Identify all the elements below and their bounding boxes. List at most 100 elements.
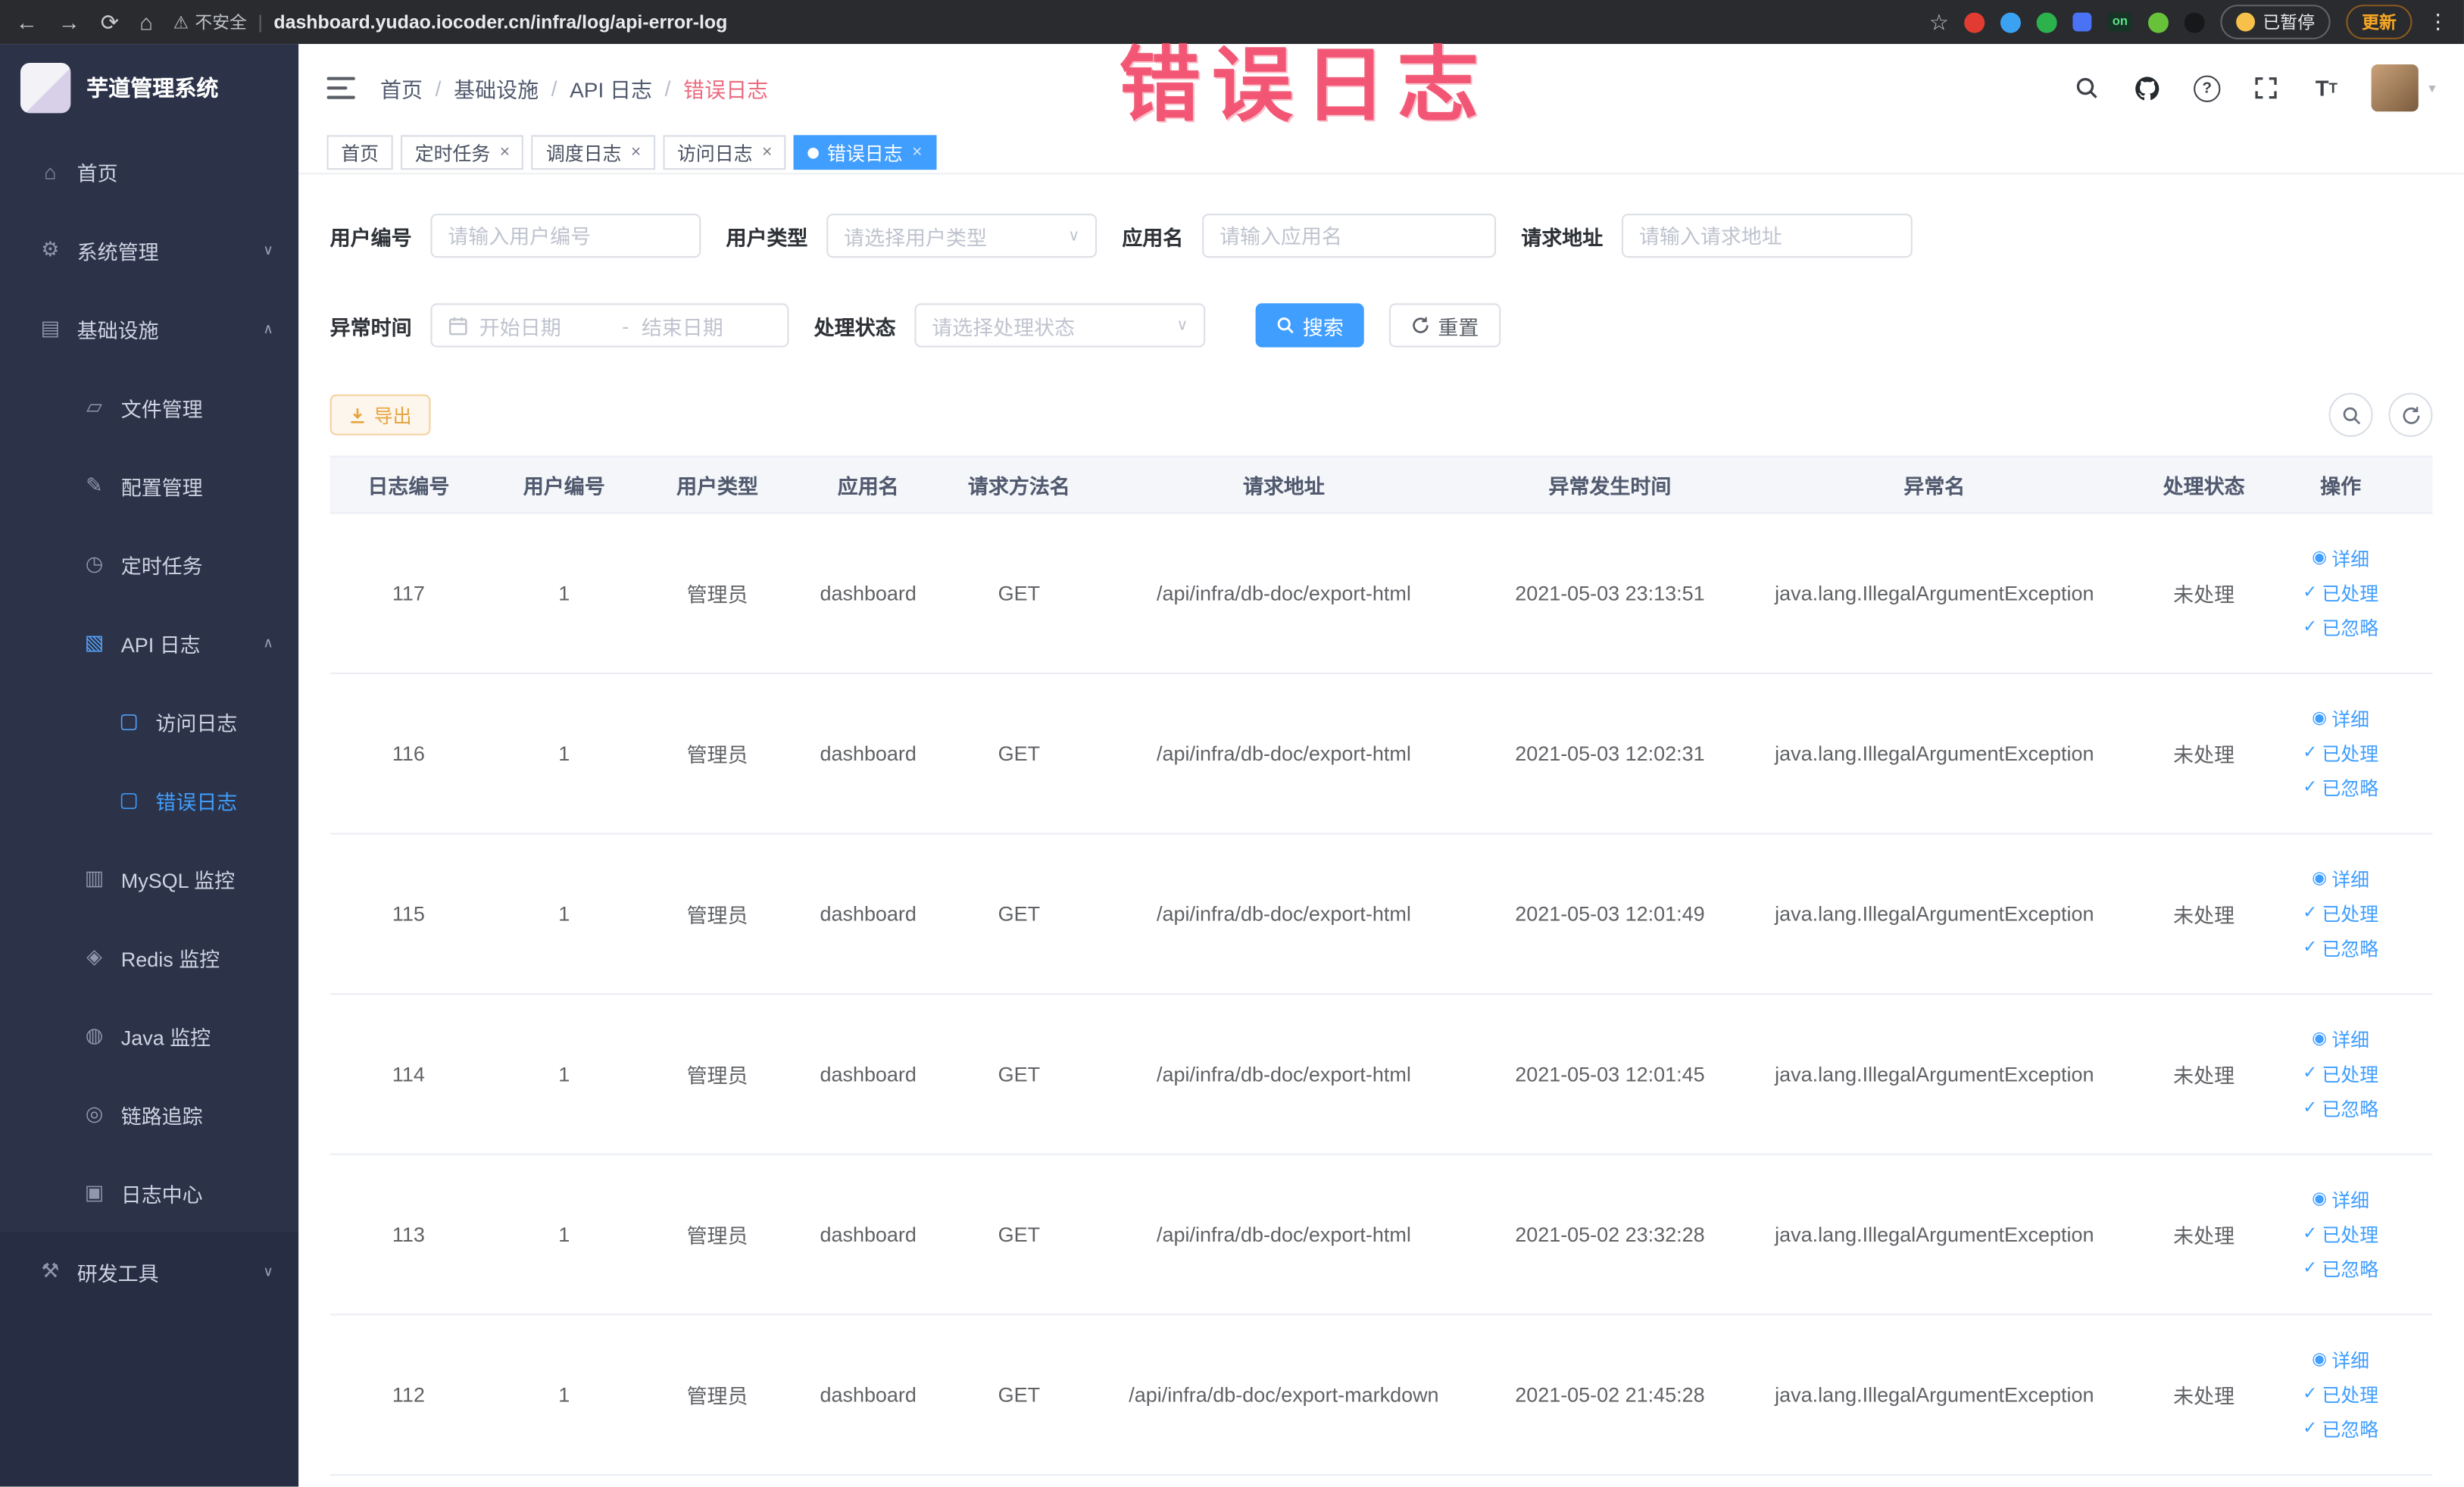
breadcrumb-item-3: 错误日志 [683, 78, 769, 102]
ignored-link[interactable]: 已忽略 [2303, 1416, 2378, 1442]
sidebar-item-1[interactable]: ⚙ 系统管理 ∨ [0, 211, 298, 289]
ignored-link[interactable]: 已忽略 [2303, 1095, 2378, 1122]
request-url-input[interactable] [1622, 214, 1913, 258]
cell-exception-time: 2021-05-03 12:01:49 [1515, 901, 1705, 926]
paused-badge[interactable]: 已暂停 [2220, 5, 2331, 39]
back-icon[interactable]: ← [16, 11, 38, 33]
process-status-select[interactable]: 请选择处理状态 ∨ [914, 303, 1206, 348]
processed-link[interactable]: 已处理 [2303, 740, 2378, 767]
fullscreen-icon[interactable] [2253, 74, 2281, 102]
detail-link[interactable]: 详细 [2312, 866, 2369, 892]
url-text[interactable]: dashboard.yudao.iocoder.cn/infra/log/api… [273, 11, 727, 33]
sidebar-item-13[interactable]: ▣ 日志中心 [0, 1154, 298, 1232]
security-warning[interactable]: ⚠ 不安全 [173, 9, 247, 34]
extension-icon[interactable] [2000, 11, 2022, 33]
forward-icon[interactable]: → [58, 11, 80, 33]
close-icon[interactable]: × [500, 143, 510, 162]
tab-4[interactable]: 错误日志 × [794, 135, 937, 170]
search-icon[interactable] [2073, 74, 2101, 102]
detail-link[interactable]: 详细 [2312, 1186, 2369, 1213]
browser-actions: ☆ on 已暂停 更新 ⋮ [1929, 5, 2448, 39]
breadcrumb-item-1[interactable]: 基础设施 [454, 72, 539, 103]
processed-link[interactable]: 已处理 [2303, 580, 2378, 607]
avatar [2372, 64, 2419, 112]
sidebar-item-5[interactable]: ◷ 定时任务 [0, 525, 298, 604]
sidebar-item-14[interactable]: ⚒ 研发工具 ∨ [0, 1232, 299, 1311]
browser-menu-icon[interactable]: ⋮ [2428, 9, 2448, 34]
hide-search-button[interactable] [2328, 392, 2373, 437]
refresh-button[interactable] [2388, 392, 2433, 437]
sidebar-item-3[interactable]: ▱ 文件管理 [0, 367, 298, 446]
close-icon[interactable]: × [912, 143, 922, 162]
sidebar-fill [0, 1310, 299, 1487]
reset-button[interactable]: 重置 [1389, 303, 1501, 348]
hamburger-icon[interactable] [326, 77, 355, 99]
help-icon[interactable]: ? [2193, 74, 2221, 102]
column-header-0: 日志编号 [367, 474, 450, 498]
tab-2[interactable]: 调度日志 × [532, 135, 655, 170]
sidebar-item-4[interactable]: ✎ 配置管理 [0, 446, 298, 525]
address-bar[interactable]: ⚠ 不安全 | dashboard.yudao.iocoder.cn/infra/… [173, 9, 728, 34]
detail-link[interactable]: 详细 [2312, 545, 2369, 572]
extension-icon[interactable] [2037, 11, 2058, 33]
breadcrumb-item-0[interactable]: 首页 [380, 72, 423, 103]
update-button[interactable]: 更新 [2346, 5, 2412, 39]
github-icon[interactable] [2133, 74, 2161, 102]
sidebar: 芋道管理系统 ⌂ 首页 ⚙ 系统管理 ∨ ▤ 基础设施 ∧ ▱ 文件管理 ✎ 配… [0, 44, 299, 1487]
user-id-input[interactable] [430, 214, 701, 258]
detail-link[interactable]: 详细 [2312, 705, 2369, 732]
processed-link[interactable]: 已处理 [2303, 1221, 2378, 1248]
menu-icon: ⚒ [41, 1258, 60, 1282]
search-button[interactable]: 搜索 [1255, 303, 1364, 348]
on-badge-extension-icon[interactable]: on [2107, 12, 2133, 32]
date-end-placeholder[interactable]: 结束日期 [642, 311, 772, 340]
extension-icon[interactable] [2072, 12, 2092, 32]
close-icon[interactable]: × [762, 143, 772, 162]
processed-link[interactable]: 已处理 [2303, 1382, 2378, 1408]
ignored-link[interactable]: 已忽略 [2303, 775, 2378, 801]
logo-row[interactable]: 芋道管理系统 [0, 44, 298, 132]
sidebar-item-12[interactable]: ◎ 链路追踪 [0, 1075, 298, 1154]
table-row-2: 115 1 管理员 dashboard GET /api/infra/db-do… [329, 835, 2433, 995]
ignored-link[interactable]: 已忽略 [2303, 1256, 2378, 1282]
sidebar-item-9[interactable]: ▥ MySQL 监控 [0, 839, 298, 918]
cell-request-url: /api/infra/db-doc/export-html [1157, 1223, 1411, 1247]
app-name-input[interactable] [1202, 214, 1497, 258]
breadcrumb-item-2[interactable]: API 日志 [570, 72, 652, 103]
tab-label: 访问日志 [676, 142, 753, 164]
extension-icon[interactable] [1964, 11, 1985, 33]
sidebar-item-8[interactable]: ▢ 错误日志 [0, 761, 298, 839]
sidebar-item-2[interactable]: ▤ 基础设施 ∧ [0, 289, 298, 368]
ignored-link[interactable]: 已忽略 [2303, 614, 2378, 641]
user-type-select[interactable]: 请选择用户类型 ∨ [826, 214, 1098, 258]
tab-1[interactable]: 定时任务 × [401, 135, 524, 170]
font-size-icon[interactable]: TT [2313, 74, 2341, 102]
sidebar-item-11[interactable]: ◍ Java 监控 [0, 996, 298, 1075]
check-icon [2303, 779, 2317, 797]
sidebar-item-7[interactable]: ▢ 访问日志 [0, 682, 298, 761]
date-start-placeholder[interactable]: 开始日期 [479, 311, 610, 340]
tab-0[interactable]: 首页 [326, 135, 393, 170]
chevron-down-icon: ∨ [1068, 226, 1080, 245]
sidebar-item-0[interactable]: ⌂ 首页 [0, 132, 298, 211]
home-icon[interactable]: ⌂ [139, 11, 153, 33]
extension-icon[interactable] [2184, 11, 2205, 33]
menu-icon: ▤ [40, 315, 61, 340]
cell-method: GET [998, 742, 1041, 766]
close-icon[interactable]: × [631, 143, 641, 162]
tab-3[interactable]: 访问日志 × [663, 135, 787, 170]
bookmark-star-icon[interactable]: ☆ [1929, 11, 1949, 33]
sidebar-item-6[interactable]: ▧ API 日志 ∧ [0, 604, 298, 683]
detail-link[interactable]: 详细 [2312, 1026, 2369, 1053]
sidebar-item-10[interactable]: ◈ Redis 监控 [0, 918, 298, 997]
processed-link[interactable]: 已处理 [2303, 901, 2378, 927]
reload-icon[interactable]: ⟳ [101, 11, 119, 33]
user-avatar[interactable]: ▾ [2372, 64, 2436, 112]
date-range-picker[interactable]: 开始日期 - 结束日期 [430, 303, 789, 348]
ignored-link[interactable]: 已忽略 [2303, 935, 2378, 961]
processed-link[interactable]: 已处理 [2303, 1061, 2378, 1087]
cell-user-id: 1 [558, 742, 570, 766]
detail-link[interactable]: 详细 [2312, 1347, 2369, 1373]
export-button[interactable]: 导出 [329, 394, 431, 436]
extension-icon[interactable] [2147, 11, 2169, 33]
